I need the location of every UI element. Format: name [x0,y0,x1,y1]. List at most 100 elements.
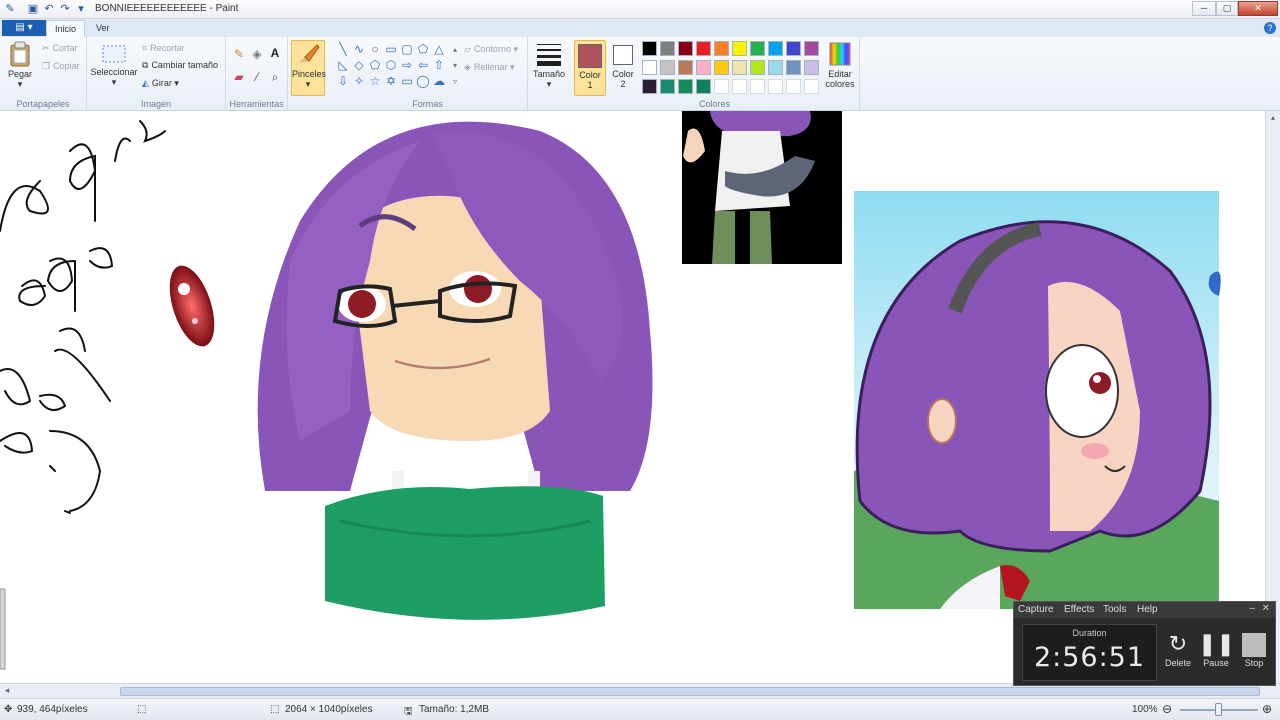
recorder-menu-tools[interactable]: Tools [1103,604,1126,615]
palette-swatch[interactable] [678,79,693,94]
text-tool-icon[interactable]: A [268,47,282,60]
hexagon-shape-icon[interactable]: ⬡ [384,59,398,72]
color1-button[interactable]: Color 1 [574,40,606,96]
palette-swatch[interactable] [696,60,711,75]
diamond-shape-icon[interactable]: ◇ [352,59,366,72]
magnifier-icon[interactable]: ⌕ [268,71,282,84]
scroll-up-icon[interactable]: ▴ [1268,113,1278,123]
palette-swatch[interactable] [714,41,729,56]
palette-swatch[interactable] [804,60,819,75]
recorder-minimize-button[interactable]: – [1249,603,1255,614]
fill-bucket-icon[interactable]: ◈ [250,48,264,61]
palette-swatch[interactable] [732,60,747,75]
drawing-canvas[interactable] [0,111,1265,683]
edit-colors-button[interactable]: Editar colores [822,41,858,89]
scroll-left-icon[interactable]: ◂ [2,684,12,697]
save-icon[interactable]: ▣ [26,2,40,16]
zoom-slider-thumb[interactable] [1215,703,1222,716]
palette-swatch[interactable] [732,79,747,94]
outline-button[interactable]: ▱ Contorno ▾ [464,44,518,55]
paste-button[interactable]: Pegar ▾ [4,41,36,89]
recorder-delete-button[interactable]: ↻ Delete [1160,630,1196,668]
palette-swatch[interactable] [768,79,783,94]
recorder-stop-button[interactable]: Stop [1236,630,1272,668]
palette-swatch[interactable] [714,79,729,94]
palette-swatch[interactable] [642,60,657,75]
curve-shape-icon[interactable]: ∿ [352,43,366,56]
triangle-shape-icon[interactable]: △ [432,43,446,56]
tab-ver[interactable]: Ver [88,20,118,37]
palette-swatch[interactable] [768,41,783,56]
close-button[interactable]: ✕ [1238,1,1278,16]
palette-swatch[interactable] [714,60,729,75]
shapes-scroll-down-icon[interactable]: ▾ [448,59,462,72]
callout-oval-shape-icon[interactable]: ◯ [416,75,430,88]
palette-swatch[interactable] [660,79,675,94]
fill-button[interactable]: ◈ Rellenar ▾ [464,62,514,73]
arrow-right-shape-icon[interactable]: ⇨ [400,59,414,72]
star5-shape-icon[interactable]: ☆ [368,75,382,88]
zoom-in-icon[interactable]: ⊕ [1262,702,1272,716]
minimize-button[interactable]: ─ [1192,1,1216,16]
recorder-menu-effects[interactable]: Effects [1064,604,1094,615]
help-icon[interactable]: ? [1264,22,1276,34]
resize-button[interactable]: ⧉ Cambiar tamaño [142,60,218,71]
oval-shape-icon[interactable]: ○ [368,43,382,56]
polygon-shape-icon[interactable]: ⬠ [416,43,430,56]
callout-rect-shape-icon[interactable]: ▭ [400,75,414,88]
eraser-icon[interactable]: ▰ [232,71,246,84]
palette-swatch[interactable] [678,41,693,56]
palette-swatch[interactable] [642,79,657,94]
palette-swatch[interactable] [660,60,675,75]
palette-swatch[interactable] [642,41,657,56]
pentagon-shape-icon[interactable]: ⬠ [368,59,382,72]
size-button[interactable]: Tamaño ▾ [531,41,567,89]
pencil-icon[interactable]: ✎ [232,48,246,61]
customize-quick-access-icon[interactable]: ▾ [74,2,88,16]
zoom-out-icon[interactable]: ⊖ [1162,702,1172,716]
star6-shape-icon[interactable]: ✡ [384,75,398,88]
palette-swatch[interactable] [678,60,693,75]
palette-swatch[interactable] [750,41,765,56]
color2-button[interactable]: Color 2 [608,40,638,96]
right-triangle-shape-icon[interactable]: ◺ [336,59,350,72]
file-menu-button[interactable]: ▤ ▾ [2,20,46,36]
recorder-menu-help[interactable]: Help [1137,604,1158,615]
redo-icon[interactable]: ↷ [58,2,72,16]
paint-app-icon[interactable]: ✎ [3,2,17,16]
maximize-button[interactable]: ▢ [1216,1,1238,16]
palette-swatch[interactable] [696,41,711,56]
palette-swatch[interactable] [750,60,765,75]
crop-button[interactable]: ⌗ Recortar [142,43,185,54]
palette-swatch[interactable] [786,79,801,94]
palette-swatch[interactable] [750,79,765,94]
rounded-rectangle-shape-icon[interactable]: ▢ [400,43,414,56]
palette-swatch[interactable] [804,79,819,94]
palette-swatch[interactable] [804,41,819,56]
star4-shape-icon[interactable]: ✧ [352,75,366,88]
horizontal-scroll-thumb[interactable] [120,687,1260,696]
select-button[interactable]: Seleccionar ▾ [90,43,138,87]
rectangle-shape-icon[interactable]: ▭ [384,43,398,56]
palette-swatch[interactable] [660,41,675,56]
recorder-menu-capture[interactable]: Capture [1018,604,1054,615]
arrow-up-shape-icon[interactable]: ⇧ [432,59,446,72]
palette-swatch[interactable] [786,60,801,75]
palette-swatch[interactable] [732,41,747,56]
palette-swatch[interactable] [786,41,801,56]
shapes-more-icon[interactable]: ▿ [448,75,462,88]
line-shape-icon[interactable]: ╲ [336,43,350,56]
color-picker-icon[interactable]: ⁄ [250,71,264,84]
arrow-left-shape-icon[interactable]: ⇦ [416,59,430,72]
undo-icon[interactable]: ↶ [42,2,56,16]
palette-swatch[interactable] [696,79,711,94]
brushes-button[interactable]: Pinceles ▾ [291,40,326,96]
cut-button[interactable]: ✂ Cortar [42,43,78,54]
palette-swatch[interactable] [768,60,783,75]
rotate-button[interactable]: ◭ Girar ▾ [142,78,179,89]
vertical-scrollbar[interactable]: ▴ ▾ [1265,111,1280,683]
recorder-pause-button[interactable]: ❚❚ Pause [1198,630,1235,668]
recorder-close-button[interactable]: ✕ [1262,603,1270,614]
shapes-scroll-up-icon[interactable]: ▴ [448,43,462,56]
callout-cloud-shape-icon[interactable]: ☁ [432,75,446,88]
